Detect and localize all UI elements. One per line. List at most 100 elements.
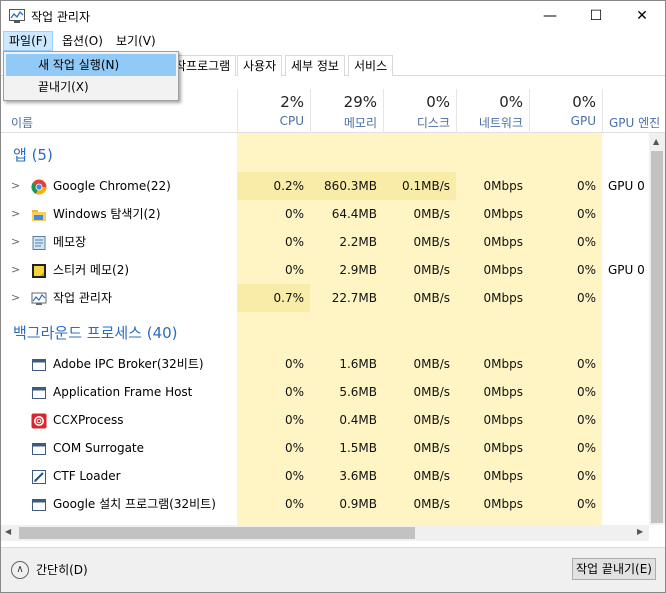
disk-value: 0MB/s <box>413 413 450 427</box>
memory-value: 1.6MB <box>339 357 377 371</box>
vertical-scroll-thumb[interactable] <box>651 151 663 523</box>
table-row[interactable]: > 스티커 메모(2) 0% 2.9MB 0MB/s 0Mbps 0% GPU … <box>1 256 649 284</box>
menu-view[interactable]: 보기(V) <box>111 31 161 51</box>
folder-icon <box>32 210 46 221</box>
network-value: 0Mbps <box>483 413 523 427</box>
process-list: 앱 (5) > Google Chrome(22) 0.2% 860.3MB 0… <box>1 133 649 525</box>
cpu-value: 0% <box>284 263 304 277</box>
process-name: Google Chrome(22) <box>53 179 171 193</box>
task-manager-app-icon <box>9 9 25 23</box>
tab-details[interactable]: 세부 정보 <box>285 55 345 76</box>
gpu-value: 0% <box>576 179 596 193</box>
table-row[interactable]: Adobe IPC Broker(32비트) 0% 1.6MB 0MB/s 0M… <box>1 350 649 378</box>
cpu-label: CPU <box>279 114 304 128</box>
disk-total: 0% <box>426 93 450 111</box>
col-gpu-engine[interactable]: GPU 엔진 <box>602 89 665 133</box>
window-title: 작업 관리자 <box>31 10 91 24</box>
horizontal-scroll-thumb[interactable] <box>19 527 415 539</box>
chevron-up-circle-icon[interactable]: ∧ <box>11 561 29 579</box>
table-row[interactable]: > Windows 탐색기(2) 0% 64.4MB 0MB/s 0Mbps 0… <box>1 200 649 228</box>
network-value: 0Mbps <box>483 179 523 193</box>
process-name: 스티커 메모(2) <box>53 263 130 277</box>
minimize-button[interactable]: — <box>527 1 573 31</box>
tab-services[interactable]: 서비스 <box>348 55 394 76</box>
fewer-details-link[interactable]: 간단히(D) <box>36 561 88 578</box>
table-row[interactable]: > 작업 관리자 0.7% 22.7MB 0MB/s 0Mbps 0% <box>1 284 649 312</box>
col-name[interactable]: 이름 <box>11 114 33 131</box>
disk-value: 0MB/s <box>413 291 450 305</box>
expand-chevron-icon[interactable]: > <box>11 256 20 284</box>
gpu-engine-label: GPU 엔진 <box>609 116 661 130</box>
disk-value: 0MB/s <box>413 235 450 249</box>
table-row[interactable]: > Google Chrome(22) 0.2% 860.3MB 0.1MB/s… <box>1 172 649 200</box>
gpu-value: 0% <box>576 441 596 455</box>
expand-chevron-icon[interactable]: > <box>11 284 20 312</box>
col-memory[interactable]: 29% 메모리 <box>310 89 383 133</box>
footer-bar: ∧ 간단히(D) 작업 끝내기(E) <box>1 547 665 592</box>
cpu-value: 0% <box>284 385 304 399</box>
network-value: 0Mbps <box>483 263 523 277</box>
gpu-engine-value: GPU 0 - <box>608 263 649 277</box>
expand-chevron-icon[interactable]: > <box>11 228 20 256</box>
file-menu-dropdown: 새 작업 실행(N) 끝내기(X) <box>3 51 179 101</box>
cpu-value: 0% <box>284 469 304 483</box>
memory-value: 22.7MB <box>331 291 377 305</box>
menu-item-run-new-task[interactable]: 새 작업 실행(N) <box>6 54 176 76</box>
menu-file[interactable]: 파일(F) <box>3 31 54 51</box>
table-row[interactable]: CCXProcess 0% 0.4MB 0MB/s 0Mbps 0% <box>1 406 649 434</box>
table-row[interactable]: > 메모장 0% 2.2MB 0MB/s 0Mbps 0% <box>1 228 649 256</box>
expand-chevron-icon[interactable]: > <box>11 172 20 200</box>
memory-value: 64.4MB <box>331 207 377 221</box>
end-task-button[interactable]: 작업 끝내기(E) <box>572 558 656 580</box>
gpu-value: 0% <box>576 235 596 249</box>
network-total: 0% <box>499 93 523 111</box>
title-bar: 작업 관리자 — ☐ ✕ <box>1 1 665 31</box>
gpu-value: 0% <box>576 357 596 371</box>
gpu-value: 0% <box>576 263 596 277</box>
gpu-label: GPU <box>570 114 596 128</box>
task-manager-icon <box>31 292 47 305</box>
process-name: 작업 관리자 <box>53 291 113 305</box>
process-name: CTF Loader <box>53 469 121 483</box>
table-row[interactable]: Application Frame Host 0% 5.6MB 0MB/s 0M… <box>1 378 649 406</box>
network-value: 0Mbps <box>483 441 523 455</box>
scroll-right-arrow-icon[interactable]: ▶ <box>637 527 643 536</box>
network-value: 0Mbps <box>483 385 523 399</box>
memory-value: 860.3MB <box>310 172 383 200</box>
network-value: 0Mbps <box>483 357 523 371</box>
close-button[interactable]: ✕ <box>619 1 665 31</box>
gpu-engine-value: GPU 0 - <box>608 179 649 193</box>
col-gpu[interactable]: 0% GPU <box>529 89 602 133</box>
table-row[interactable]: CTF Loader 0% 3.6MB 0MB/s 0Mbps 0% <box>1 462 649 490</box>
network-value: 0Mbps <box>483 291 523 305</box>
horizontal-scrollbar[interactable]: ◀ ▶ <box>1 525 649 541</box>
col-disk[interactable]: 0% 디스크 <box>383 89 456 133</box>
cpu-total: 2% <box>280 93 304 111</box>
gpu-value: 0% <box>576 207 596 221</box>
maximize-button[interactable]: ☐ <box>573 1 619 31</box>
menu-item-exit[interactable]: 끝내기(X) <box>6 76 176 98</box>
creative-cloud-icon <box>31 413 47 429</box>
menu-options[interactable]: 옵션(O) <box>57 31 108 51</box>
disk-label: 디스크 <box>416 116 450 130</box>
scroll-left-arrow-icon[interactable]: ◀ <box>5 527 11 536</box>
col-cpu[interactable]: 2% CPU <box>237 89 310 133</box>
process-name: Windows 탐색기(2) <box>53 207 161 221</box>
col-network[interactable]: 0% 네트워크 <box>456 89 529 133</box>
tab-startup[interactable]: 작프로그램 <box>169 55 237 76</box>
notepad-icon <box>32 236 46 250</box>
group-apps: 앱 (5) <box>13 146 53 164</box>
menu-bar: 파일(F) 옵션(O) 보기(V) <box>1 31 665 51</box>
network-value: 0Mbps <box>483 207 523 221</box>
tab-users[interactable]: 사용자 <box>237 55 283 76</box>
disk-value: 0MB/s <box>413 385 450 399</box>
ctf-loader-icon <box>32 470 46 484</box>
table-row[interactable]: COM Surrogate 0% 1.5MB 0MB/s 0Mbps 0% <box>1 434 649 462</box>
scroll-up-arrow-icon[interactable]: ▲ <box>653 137 659 146</box>
table-row[interactable]: Google 설치 프로그램(32비트) 0% 0.9MB 0MB/s 0Mbp… <box>1 490 649 518</box>
process-name: Adobe IPC Broker(32비트) <box>53 357 204 371</box>
vertical-scrollbar[interactable]: ▲ <box>649 133 665 525</box>
expand-chevron-icon[interactable]: > <box>11 200 20 228</box>
process-name: Application Frame Host <box>53 385 193 399</box>
process-window-icon <box>32 359 46 371</box>
